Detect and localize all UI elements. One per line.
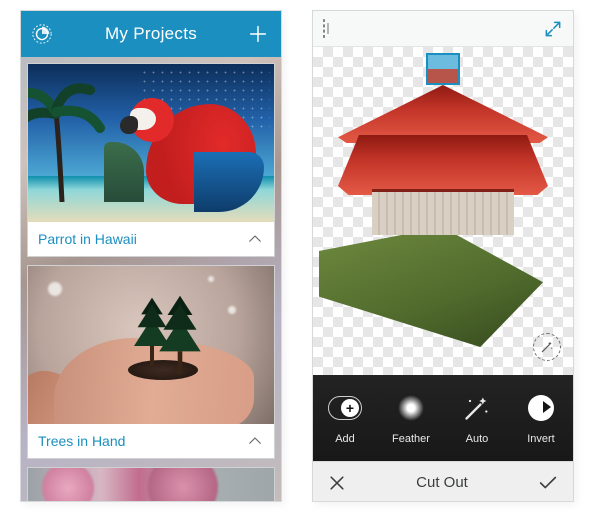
- mode-title: Cut Out: [416, 474, 468, 491]
- layers-icon: [323, 19, 325, 38]
- plus-icon: [247, 23, 269, 45]
- tool-label: Add: [335, 433, 355, 445]
- feather-icon: [394, 391, 428, 425]
- editor-top-bar: [313, 11, 573, 47]
- layer-thumbnail[interactable]: [426, 53, 460, 85]
- invert-icon: [524, 391, 558, 425]
- auto-icon: [460, 391, 494, 425]
- magic-wand-button[interactable]: [533, 333, 561, 361]
- layers-button[interactable]: [323, 20, 325, 38]
- editor-canvas[interactable]: [313, 47, 573, 375]
- fullscreen-button[interactable]: [543, 19, 563, 39]
- tool-auto[interactable]: Auto: [460, 391, 494, 445]
- tool-invert[interactable]: Invert: [524, 391, 558, 445]
- tool-label: Auto: [466, 433, 489, 445]
- cutout-tools-row: + Add Feather Auto Invert: [313, 375, 573, 461]
- tool-feather[interactable]: Feather: [392, 391, 430, 445]
- header-bar: My Projects: [21, 11, 281, 57]
- project-thumbnail: [28, 266, 274, 424]
- chevron-up-icon: [246, 432, 264, 450]
- add-project-button[interactable]: [247, 23, 269, 45]
- project-title: Trees in Hand: [38, 433, 125, 449]
- tool-label: Invert: [527, 433, 555, 445]
- cutout-editor-screen: + Add Feather Auto Invert: [312, 10, 574, 502]
- project-card[interactable]: Parrot in Hawaii: [27, 63, 275, 257]
- header-title: My Projects: [105, 24, 197, 44]
- confirm-button[interactable]: [537, 472, 559, 494]
- cutout-foreground: [319, 227, 543, 347]
- project-card[interactable]: Trees in Hand: [27, 265, 275, 459]
- expand-project-button[interactable]: [246, 230, 264, 248]
- expand-icon: [543, 19, 563, 39]
- project-list: Parrot in Hawaii: [21, 57, 281, 502]
- project-thumbnail: [28, 64, 274, 222]
- app-logo-icon[interactable]: [31, 23, 53, 45]
- expand-project-button[interactable]: [246, 432, 264, 450]
- chevron-up-icon: [246, 230, 264, 248]
- project-caption-row: Parrot in Hawaii: [28, 222, 274, 256]
- cancel-button[interactable]: [327, 473, 347, 493]
- project-thumbnail: [28, 468, 274, 502]
- add-subtract-toggle-icon: +: [328, 391, 362, 425]
- project-title: Parrot in Hawaii: [38, 231, 137, 247]
- cutout-subject: [338, 85, 548, 245]
- magic-wand-icon: [540, 340, 554, 354]
- editor-bottom-bar: Cut Out: [313, 461, 573, 502]
- project-caption-row: Trees in Hand: [28, 424, 274, 458]
- project-card[interactable]: [27, 467, 275, 502]
- check-icon: [537, 472, 559, 494]
- tool-label: Feather: [392, 433, 430, 445]
- close-icon: [327, 473, 347, 493]
- tool-add[interactable]: + Add: [328, 391, 362, 445]
- projects-screen: My Projects: [20, 10, 282, 502]
